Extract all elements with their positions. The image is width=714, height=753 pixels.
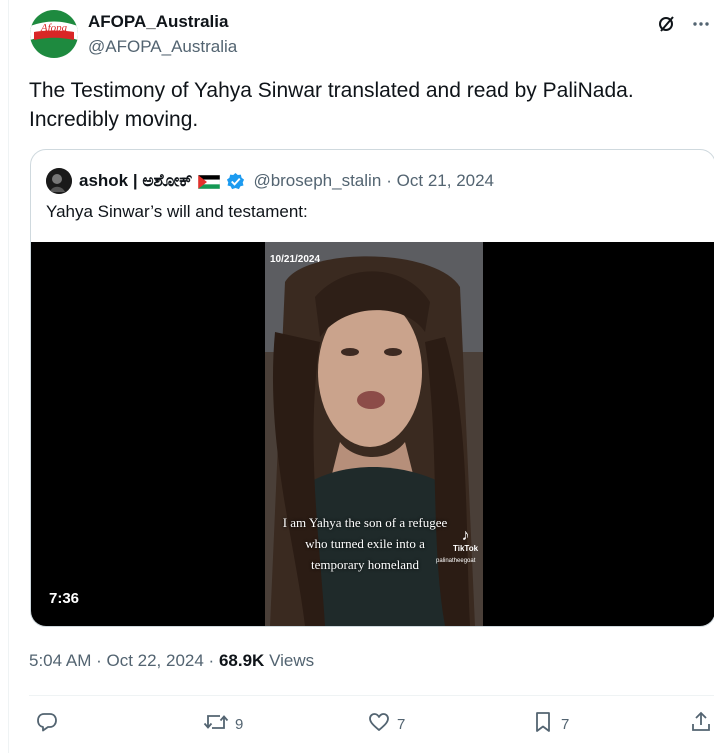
- verified-badge-icon: [226, 172, 245, 191]
- like-button[interactable]: 7: [367, 710, 405, 738]
- action-bar: 9 7 7: [29, 710, 714, 740]
- tiktok-logo-icon: ♪: [461, 527, 470, 544]
- quoted-author-handle[interactable]: @broseph_stalin: [253, 171, 381, 191]
- tweet-meta: 5:04 AM · Oct 22, 2024 · 68.9K Views: [29, 651, 314, 671]
- quoted-author-avatar[interactable]: [46, 168, 72, 194]
- retweet-button[interactable]: 9: [203, 710, 243, 738]
- reply-button[interactable]: [35, 710, 59, 738]
- video-caption-line: I am Yahya the son of a refugee: [282, 515, 448, 530]
- author-name[interactable]: AFOPA_Australia: [88, 12, 228, 32]
- quoted-tweet-text: Yahya Sinwar’s will and testament:: [46, 202, 308, 221]
- avatar-logo-icon: Afopa: [30, 10, 78, 58]
- tiktok-label: TikTok: [453, 544, 479, 553]
- quoted-tweet-date[interactable]: · Oct 21, 2024: [386, 171, 494, 191]
- avatar-logo-text: Afopa: [40, 22, 68, 34]
- divider: [29, 695, 714, 696]
- heart-icon: [367, 710, 391, 738]
- tweet: Afopa AFOPA_Australia @AFOPA_Australia T…: [8, 0, 714, 753]
- video-duration: 7:36: [49, 590, 80, 607]
- retweet-icon: [203, 710, 229, 738]
- tweet-top-actions: [653, 10, 714, 38]
- quoted-tweet-header: ashok | ಅಶೋಕ್ @broseph_stalin · Oct 21, …: [46, 168, 494, 194]
- tiktok-handle: palinatheegoat: [436, 558, 476, 564]
- bookmark-icon: [531, 710, 555, 738]
- author-avatar[interactable]: Afopa: [30, 10, 78, 58]
- author-handle[interactable]: @AFOPA_Australia: [88, 37, 237, 57]
- quoted-author-name[interactable]: ashok | ಅಶೋಕ್: [79, 171, 192, 191]
- views-count: 68.9K: [218, 651, 265, 670]
- tiktok-watermark: ♪ TikTok: [453, 527, 479, 554]
- quoted-tweet[interactable]: ashok | ಅಶೋಕ್ @broseph_stalin · Oct 21, …: [30, 149, 714, 627]
- video-caption-line: temporary homeland: [311, 557, 419, 572]
- reply-icon: [35, 710, 59, 738]
- grok-icon[interactable]: [653, 10, 681, 38]
- video-date-stamp: 10/21/2024: [270, 254, 321, 265]
- tweet-text: The Testimony of Yahya Sinwar translated…: [29, 79, 634, 131]
- video-caption-line: who turned exile into a: [305, 536, 425, 551]
- retweet-count: 9: [235, 715, 244, 733]
- share-button[interactable]: [689, 710, 713, 738]
- views-label: Views: [269, 651, 315, 670]
- tweet-timestamp[interactable]: 5:04 AM · Oct 22, 2024 ·: [29, 651, 214, 670]
- more-options-icon[interactable]: [687, 10, 714, 38]
- video-caption: I am Yahya the son of a refugee who turn…: [275, 512, 455, 575]
- palestine-flag-icon: [198, 174, 221, 190]
- share-icon: [689, 710, 713, 738]
- bookmark-button[interactable]: 7: [531, 710, 569, 738]
- bookmark-count: 7: [561, 715, 570, 733]
- like-count: 7: [397, 715, 406, 733]
- video-player[interactable]: 10/21/2024 I am Yahya the son of a refug…: [31, 242, 714, 626]
- video-frame: 10/21/2024 I am Yahya the son of a refug…: [265, 242, 483, 626]
